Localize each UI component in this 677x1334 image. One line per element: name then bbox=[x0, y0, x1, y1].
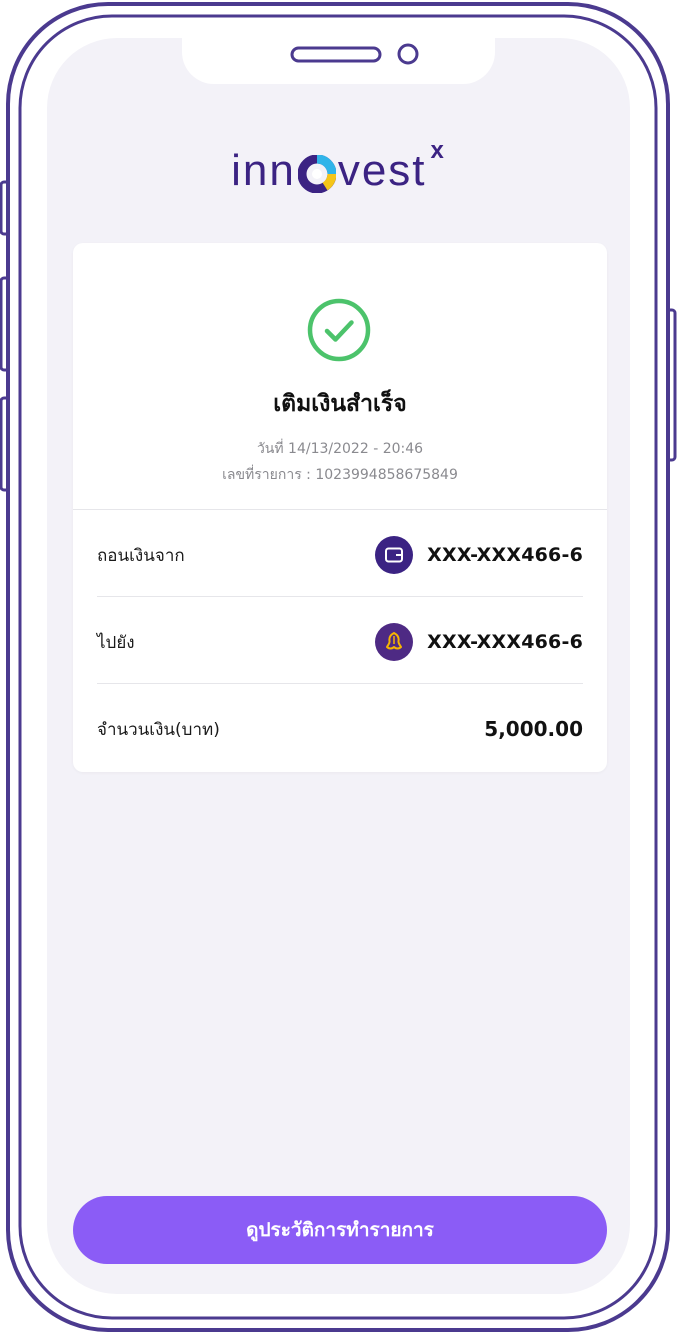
logo-superscript: x bbox=[430, 137, 446, 164]
divider bbox=[97, 596, 583, 597]
bank-icon bbox=[375, 623, 414, 661]
logo-text-right: vest bbox=[337, 146, 427, 195]
divider bbox=[97, 683, 583, 684]
success-title: เติมเงินสำเร็จ bbox=[273, 391, 407, 417]
innovest-logo: inn vest x bbox=[47, 137, 630, 196]
app-screen: inn vest x เติมเงินสำเร็จ วันที่ 14/13/2… bbox=[47, 38, 630, 1294]
phone-notch bbox=[182, 38, 495, 84]
wallet-icon bbox=[375, 536, 414, 574]
logo-donut-icon bbox=[297, 155, 336, 193]
to-label: ไปยัง bbox=[97, 632, 135, 653]
logo-text-left: inn bbox=[231, 146, 296, 195]
transaction-reference: เลขที่รายการ : 1023994858675849 bbox=[222, 467, 458, 483]
divider bbox=[73, 509, 607, 510]
from-label: ถอนเงินจาก bbox=[97, 545, 185, 566]
from-account-row: ถอนเงินจาก XXX-XXX466-6 bbox=[97, 535, 583, 575]
from-account-number: XXX-XXX466-6 bbox=[427, 544, 583, 566]
transaction-receipt-card: เติมเงินสำเร็จ วันที่ 14/13/2022 - 20:46… bbox=[73, 243, 607, 772]
amount-row: จำนวนเงิน(บาท) 5,000.00 bbox=[97, 709, 583, 749]
amount-label: จำนวนเงิน(บาท) bbox=[97, 719, 220, 740]
speaker-camera bbox=[290, 43, 419, 65]
phone-mockup: inn vest x เติมเงินสำเร็จ วันที่ 14/13/2… bbox=[0, 0, 677, 1334]
to-account-row: ไปยัง XXX-XXX466-6 bbox=[97, 622, 583, 662]
check-circle-icon bbox=[307, 298, 371, 362]
to-account-number: XXX-XXX466-6 bbox=[427, 631, 583, 653]
view-history-button[interactable]: ดูประวัติการทำรายการ bbox=[73, 1196, 607, 1264]
amount-value: 5,000.00 bbox=[484, 717, 583, 741]
transaction-date: วันที่ 14/13/2022 - 20:46 bbox=[256, 441, 424, 457]
